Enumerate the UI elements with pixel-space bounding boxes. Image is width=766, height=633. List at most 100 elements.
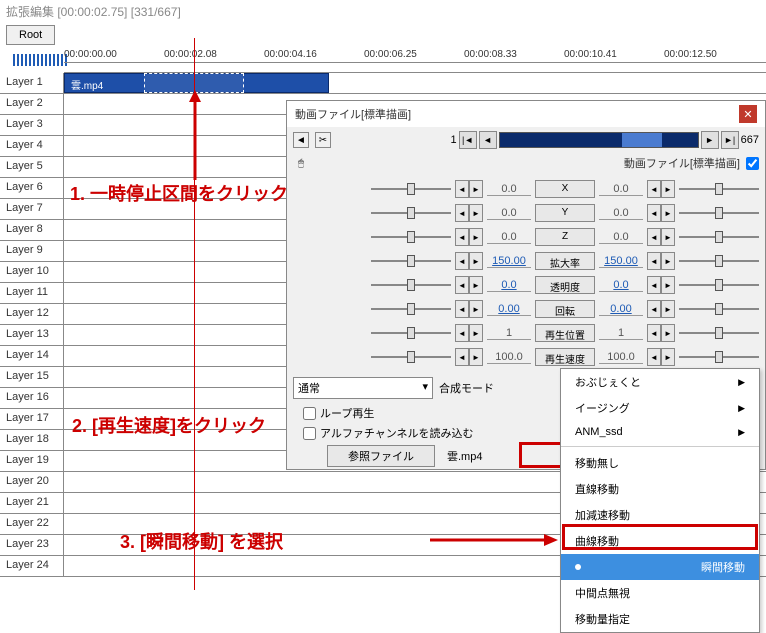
param-slider-right[interactable] xyxy=(679,348,759,366)
alpha-checkbox[interactable] xyxy=(303,427,316,440)
layer-label[interactable]: Layer 18 xyxy=(0,430,64,450)
layer-label[interactable]: Layer 8 xyxy=(0,220,64,240)
last-frame-button[interactable]: ►| xyxy=(721,131,739,149)
param-slider-right[interactable] xyxy=(679,276,759,294)
param-slider-left[interactable] xyxy=(371,228,451,246)
spin-down[interactable]: ◄ xyxy=(647,252,661,270)
timeline-ruler[interactable]: 00:00:00.0000:00:02.0800:00:04.1600:00:0… xyxy=(64,47,766,73)
spin-up[interactable]: ► xyxy=(661,204,675,222)
spin-up[interactable]: ► xyxy=(661,324,675,342)
layer-label[interactable]: Layer 7 xyxy=(0,199,64,219)
spin-up[interactable]: ► xyxy=(469,252,483,270)
layer-label[interactable]: Layer 4 xyxy=(0,136,64,156)
blend-mode-select[interactable]: 通常▾ xyxy=(293,377,433,399)
spin-down[interactable]: ◄ xyxy=(455,180,469,198)
spin-down[interactable]: ◄ xyxy=(455,348,469,366)
layer-label[interactable]: Layer 15 xyxy=(0,367,64,387)
param-slider-left[interactable] xyxy=(371,276,451,294)
spin-down[interactable]: ◄ xyxy=(647,228,661,246)
prev-frame-button[interactable]: ◄ xyxy=(479,131,497,149)
layer-label[interactable]: Layer 10 xyxy=(0,262,64,282)
param-value-right[interactable]: 100.0 xyxy=(599,351,643,364)
param-slider-right[interactable] xyxy=(679,228,759,246)
back-icon[interactable]: ◄ xyxy=(293,132,309,148)
spin-up[interactable]: ► xyxy=(661,252,675,270)
menu-item[interactable]: ANM_ssd▶ xyxy=(561,421,759,443)
layer-label[interactable]: Layer 12 xyxy=(0,304,64,324)
spin-down[interactable]: ◄ xyxy=(647,180,661,198)
spin-down[interactable]: ◄ xyxy=(647,300,661,318)
spin-up[interactable]: ► xyxy=(469,180,483,198)
spin-up[interactable]: ► xyxy=(661,348,675,366)
param-value-left[interactable]: 0.0 xyxy=(487,231,531,244)
param-value-right[interactable]: 0.0 xyxy=(599,231,643,244)
param-label-button[interactable]: Z xyxy=(535,228,595,246)
layer-label[interactable]: Layer 9 xyxy=(0,241,64,261)
menu-item[interactable]: 曲線移動 xyxy=(561,528,759,554)
spin-down[interactable]: ◄ xyxy=(455,228,469,246)
spin-up[interactable]: ► xyxy=(469,300,483,318)
layer-label[interactable]: Layer 20 xyxy=(0,472,64,492)
spin-down[interactable]: ◄ xyxy=(647,204,661,222)
reference-file-button[interactable]: 参照ファイル xyxy=(327,445,435,467)
spin-up[interactable]: ► xyxy=(469,204,483,222)
param-label-button[interactable]: 透明度 xyxy=(535,276,595,294)
spin-down[interactable]: ◄ xyxy=(647,324,661,342)
layer-label[interactable]: Layer 13 xyxy=(0,325,64,345)
param-slider-left[interactable] xyxy=(371,300,451,318)
menu-item[interactable]: 瞬間移動 xyxy=(561,554,759,580)
param-value-left[interactable]: 1 xyxy=(487,327,531,340)
layer-label[interactable]: Layer 11 xyxy=(0,283,64,303)
playhead[interactable] xyxy=(194,38,195,590)
spin-down[interactable]: ◄ xyxy=(647,348,661,366)
layer-label[interactable]: Layer 23 xyxy=(0,535,64,555)
param-slider-right[interactable] xyxy=(679,300,759,318)
param-value-left[interactable]: 150.00 xyxy=(487,255,531,268)
param-value-right[interactable]: 0.0 xyxy=(599,207,643,220)
param-value-left[interactable]: 0.0 xyxy=(487,207,531,220)
spin-down[interactable]: ◄ xyxy=(455,324,469,342)
layer-label[interactable]: Layer 24 xyxy=(0,556,64,576)
layer-track[interactable]: 雲.mp4 xyxy=(64,73,766,93)
menu-item[interactable]: 移動量指定 xyxy=(561,606,759,632)
menu-item[interactable]: 移動無し xyxy=(561,450,759,476)
spin-up[interactable]: ► xyxy=(469,228,483,246)
param-value-right[interactable]: 0.0 xyxy=(599,183,643,196)
param-value-left[interactable]: 0.0 xyxy=(487,279,531,292)
param-slider-right[interactable] xyxy=(679,204,759,222)
loop-checkbox[interactable] xyxy=(303,407,316,420)
param-label-button[interactable]: 拡大率 xyxy=(535,252,595,270)
layer-label[interactable]: Layer 21 xyxy=(0,493,64,513)
spin-down[interactable]: ◄ xyxy=(455,300,469,318)
spin-up[interactable]: ► xyxy=(661,300,675,318)
menu-item[interactable]: イージング▶ xyxy=(561,395,759,421)
scissors-icon[interactable]: ✂ xyxy=(315,132,331,148)
playback-bar[interactable] xyxy=(499,132,699,148)
spin-up[interactable]: ► xyxy=(661,228,675,246)
param-slider-right[interactable] xyxy=(679,252,759,270)
param-label-button[interactable]: X xyxy=(535,180,595,198)
param-slider-right[interactable] xyxy=(679,324,759,342)
layer-label[interactable]: Layer 16 xyxy=(0,388,64,408)
param-slider-left[interactable] xyxy=(371,252,451,270)
param-value-left[interactable]: 0.0 xyxy=(487,183,531,196)
root-button[interactable]: Root xyxy=(6,25,55,45)
layer-label[interactable]: Layer 2 xyxy=(0,94,64,114)
layer-label[interactable]: Layer 14 xyxy=(0,346,64,366)
dialog-enable-checkbox[interactable] xyxy=(746,157,759,170)
layer-label[interactable]: Layer 22 xyxy=(0,514,64,534)
layer-label[interactable]: Layer 3 xyxy=(0,115,64,135)
mouse-icon[interactable]: 🖱 xyxy=(293,155,309,171)
param-slider-left[interactable] xyxy=(371,204,451,222)
param-label-button[interactable]: 再生位置 xyxy=(535,324,595,342)
close-icon[interactable]: ✕ xyxy=(739,105,757,123)
param-label-button[interactable]: 再生速度 xyxy=(535,348,595,366)
param-value-right[interactable]: 0.00 xyxy=(599,303,643,316)
spin-down[interactable]: ◄ xyxy=(455,204,469,222)
menu-item[interactable]: 中間点無視 xyxy=(561,580,759,606)
param-value-left[interactable]: 0.00 xyxy=(487,303,531,316)
param-slider-left[interactable] xyxy=(371,324,451,342)
spin-up[interactable]: ► xyxy=(661,276,675,294)
spin-down[interactable]: ◄ xyxy=(455,252,469,270)
menu-item[interactable]: 加減速移動 xyxy=(561,502,759,528)
